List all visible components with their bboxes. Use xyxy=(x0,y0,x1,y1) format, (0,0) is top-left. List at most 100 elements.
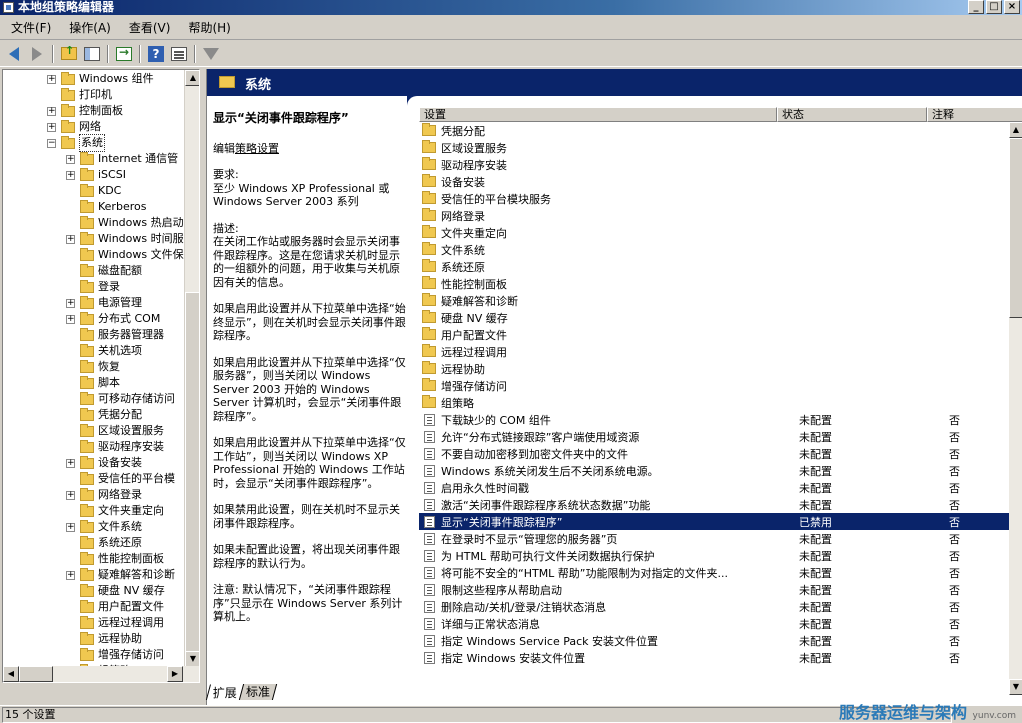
tree-item[interactable]: + iSCSI xyxy=(66,167,126,183)
expand-icon[interactable]: + xyxy=(66,314,75,324)
scroll-thumb[interactable] xyxy=(185,292,199,682)
setting-row[interactable]: 下载缺少的 COM 组件 未配置 否 xyxy=(419,411,1009,428)
tree-item[interactable]: + Internet 通信管 xyxy=(66,151,178,167)
tree-item[interactable]: 驱动程序安装 xyxy=(66,439,164,455)
tree-item[interactable]: 区域设置服务 xyxy=(66,423,164,439)
scroll-right-button[interactable]: ▶ xyxy=(167,666,183,682)
filter-button[interactable] xyxy=(201,44,221,64)
setting-row[interactable]: 启用永久性时间戳 未配置 否 xyxy=(419,479,1009,496)
folder-row[interactable]: 驱动程序安装 xyxy=(419,156,1009,173)
expand-icon[interactable]: + xyxy=(66,522,75,532)
expand-icon[interactable]: + xyxy=(47,122,56,132)
tree-item[interactable]: 远程协助 xyxy=(66,631,142,647)
tree-item[interactable]: + 设备安装 xyxy=(66,455,142,471)
setting-row[interactable]: 删除启动/关机/登录/注销状态消息 未配置 否 xyxy=(419,598,1009,615)
expand-icon[interactable]: + xyxy=(66,570,75,580)
expand-icon[interactable]: + xyxy=(66,234,75,244)
tab-standard[interactable]: 标准 xyxy=(238,684,278,700)
folder-row[interactable]: 硬盘 NV 缓存 xyxy=(419,309,1009,326)
setting-row[interactable]: 指定 Windows 安装文件位置 未配置 否 xyxy=(419,649,1009,666)
tree-item[interactable]: 远程过程调用 xyxy=(66,615,164,631)
scroll-up-button[interactable]: ▲ xyxy=(1009,122,1022,138)
menu-file[interactable]: 文件(F) xyxy=(2,18,60,38)
properties-button[interactable] xyxy=(169,44,189,64)
scroll-up-button[interactable]: ▲ xyxy=(185,70,199,86)
minimize-button[interactable]: _ xyxy=(968,0,984,14)
folder-row[interactable]: 系统还原 xyxy=(419,258,1009,275)
column-setting[interactable]: 设置 xyxy=(419,107,777,122)
folder-row[interactable]: 疑难解答和诊断 xyxy=(419,292,1009,309)
folder-row[interactable]: 组策略 xyxy=(419,394,1009,411)
scroll-thumb[interactable] xyxy=(1009,138,1022,318)
tree-item[interactable]: + 网络登录 xyxy=(66,487,142,503)
scroll-down-button[interactable]: ▼ xyxy=(1009,679,1022,695)
tree-item[interactable]: + 控制面板 xyxy=(47,103,123,119)
folder-row[interactable]: 文件系统 xyxy=(419,241,1009,258)
tree-item[interactable]: + 网络 xyxy=(47,119,101,135)
help-button[interactable]: ? xyxy=(146,44,166,64)
back-button[interactable] xyxy=(4,44,24,64)
up-one-level-button[interactable] xyxy=(59,44,79,64)
tree-item[interactable]: KDC xyxy=(66,183,121,199)
tree-item[interactable]: + 疑难解答和诊断 xyxy=(66,567,175,583)
maximize-button[interactable]: □ xyxy=(986,0,1002,14)
expand-icon[interactable]: + xyxy=(66,490,75,500)
export-list-button[interactable] xyxy=(114,44,134,64)
folder-row[interactable]: 用户配置文件 xyxy=(419,326,1009,343)
folder-row[interactable]: 远程协助 xyxy=(419,360,1009,377)
setting-row[interactable]: 为 HTML 帮助可执行文件关闭数据执行保护 未配置 否 xyxy=(419,547,1009,564)
edit-policy-link[interactable]: 策略设置 xyxy=(235,142,279,155)
tree-item[interactable]: 凭据分配 xyxy=(66,407,142,423)
folder-row[interactable]: 文件夹重定向 xyxy=(419,224,1009,241)
list-vertical-scrollbar[interactable]: ▲ ▼ xyxy=(1009,122,1022,695)
setting-row[interactable]: 在登录时不显示“管理您的服务器”页 未配置 否 xyxy=(419,530,1009,547)
folder-row[interactable]: 网络登录 xyxy=(419,207,1009,224)
tab-extended[interactable]: 扩展 xyxy=(205,684,244,700)
tree-item[interactable]: 受信任的平台模 xyxy=(66,471,175,487)
hscroll-thumb[interactable] xyxy=(19,666,53,682)
console-tree[interactable]: + Windows 组件 打印机 + 控制面板 + 网络 − 系统 + Internet 通信管 + i… xyxy=(2,69,200,683)
tree-item[interactable]: Windows 文件保 xyxy=(66,247,184,263)
tree-item[interactable]: 增强存储访问 xyxy=(66,647,164,663)
setting-row[interactable]: 允许“分布式链接跟踪”客户端使用域资源 未配置 否 xyxy=(419,428,1009,445)
tree-item[interactable]: + 分布式 COM xyxy=(66,311,160,327)
column-state[interactable]: 状态 xyxy=(777,107,927,122)
menu-action[interactable]: 操作(A) xyxy=(60,18,120,38)
tree-item[interactable]: − 系统 xyxy=(47,134,105,152)
tree-item[interactable]: 可移动存储访问 xyxy=(66,391,175,407)
expand-icon[interactable]: + xyxy=(66,298,75,308)
folder-row[interactable]: 性能控制面板 xyxy=(419,275,1009,292)
tree-item[interactable]: 磁盘配额 xyxy=(66,263,142,279)
close-button[interactable]: × xyxy=(1004,0,1020,14)
show-hide-tree-button[interactable] xyxy=(82,44,102,64)
tree-item[interactable]: 打印机 xyxy=(47,87,112,103)
tree-item[interactable]: Kerberos xyxy=(66,199,146,215)
folder-row[interactable]: 远程过程调用 xyxy=(419,343,1009,360)
tree-item[interactable]: 文件夹重定向 xyxy=(66,503,164,519)
setting-row[interactable]: 激活“关闭事件跟踪程序系统状态数据”功能 未配置 否 xyxy=(419,496,1009,513)
tree-item[interactable]: Windows 热启动 xyxy=(66,215,184,231)
folder-row[interactable]: 设备安装 xyxy=(419,173,1009,190)
column-comment[interactable]: 注释 xyxy=(927,107,1022,122)
collapse-icon[interactable]: − xyxy=(47,138,56,148)
tree-item[interactable]: 恢复 xyxy=(66,359,120,375)
folder-row[interactable]: 区域设置服务 xyxy=(419,139,1009,156)
setting-row[interactable]: Windows 系统关闭发生后不关闭系统电源。 未配置 否 xyxy=(419,462,1009,479)
tree-item[interactable]: 脚本 xyxy=(66,375,120,391)
tree-vertical-scrollbar[interactable]: ▲ ▼ xyxy=(184,70,199,682)
menu-help[interactable]: 帮助(H) xyxy=(179,18,239,38)
expand-icon[interactable]: + xyxy=(66,154,75,164)
tree-item[interactable]: 硬盘 NV 缓存 xyxy=(66,583,165,599)
tree-item[interactable]: 性能控制面板 xyxy=(66,551,164,567)
setting-row[interactable]: 指定 Windows Service Pack 安装文件位置 未配置 否 xyxy=(419,632,1009,649)
folder-row[interactable]: 受信任的平台模块服务 xyxy=(419,190,1009,207)
tree-item[interactable]: 系统还原 xyxy=(66,535,142,551)
tree-item[interactable]: + 文件系统 xyxy=(66,519,142,535)
tree-item[interactable]: + Windows 时间服 xyxy=(66,231,184,247)
setting-row[interactable]: 不要自动加密移到加密文件夹中的文件 未配置 否 xyxy=(419,445,1009,462)
folder-row[interactable]: 凭据分配 xyxy=(419,122,1009,139)
setting-row[interactable]: 将可能不安全的“HTML 帮助”功能限制为对指定的文件夹... 未配置 否 xyxy=(419,564,1009,581)
setting-row[interactable]: 详细与正常状态消息 未配置 否 xyxy=(419,615,1009,632)
tree-item[interactable]: + 电源管理 xyxy=(66,295,142,311)
menu-view[interactable]: 查看(V) xyxy=(120,18,180,38)
